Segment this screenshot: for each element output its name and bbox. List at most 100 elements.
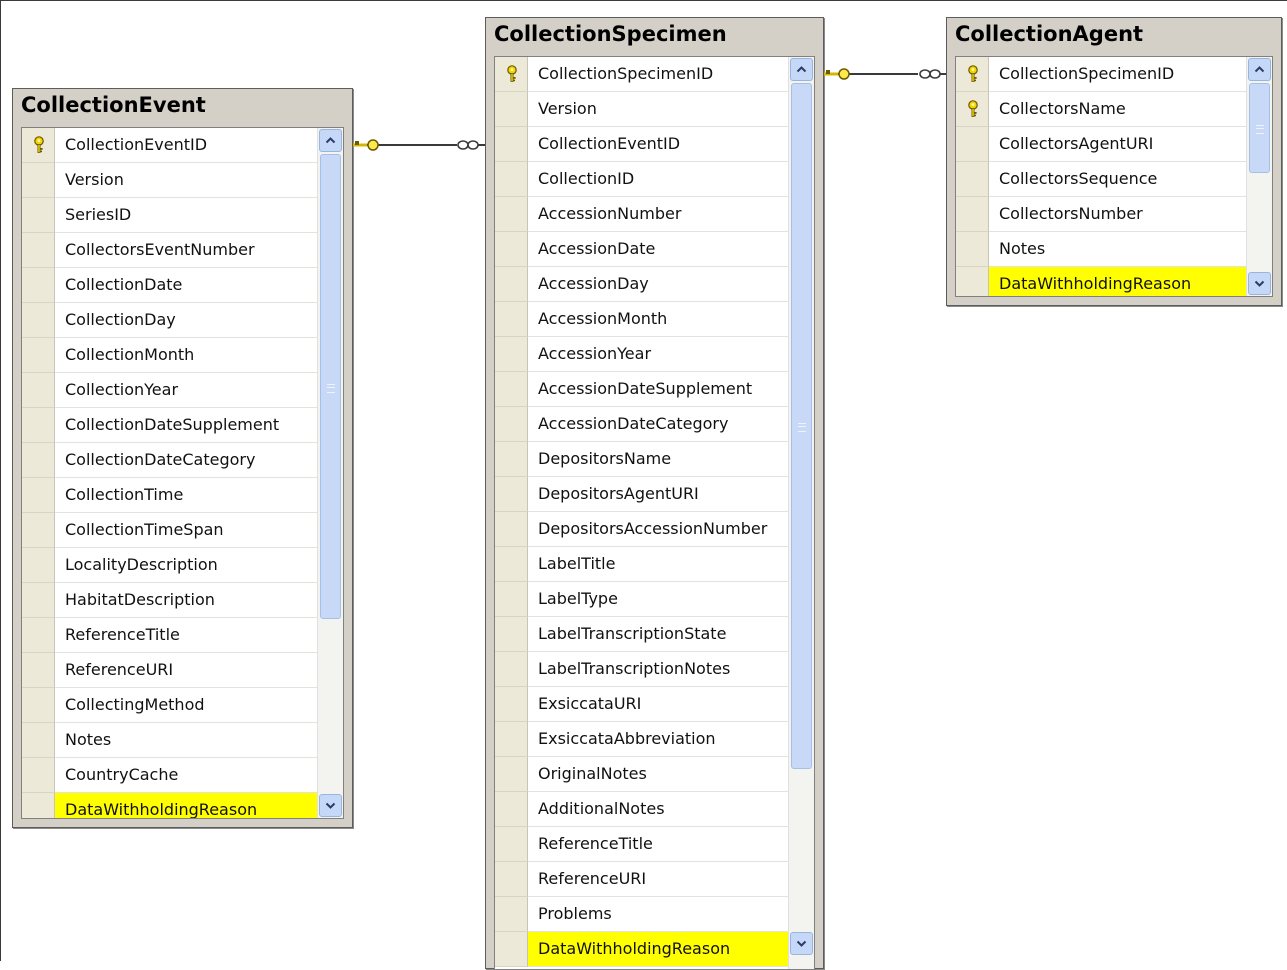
column-row[interactable]: CollectingMethod xyxy=(22,688,317,723)
vertical-scrollbar[interactable] xyxy=(788,57,814,969)
column-row[interactable]: Notes xyxy=(22,723,317,758)
column-row[interactable]: ReferenceURI xyxy=(22,653,317,688)
scroll-thumb[interactable] xyxy=(791,83,812,769)
column-row[interactable]: CollectorsEventNumber xyxy=(22,233,317,268)
row-selector[interactable] xyxy=(22,128,55,163)
scroll-thumb[interactable] xyxy=(1249,83,1270,173)
column-row[interactable]: CountryCache xyxy=(22,758,317,793)
column-row[interactable]: AccessionDateCategory xyxy=(495,407,788,442)
row-selector[interactable] xyxy=(495,57,528,92)
column-row[interactable]: ReferenceURI xyxy=(495,862,788,897)
column-row[interactable]: CollectionEventID xyxy=(22,128,317,163)
column-row[interactable]: CollectionDay xyxy=(22,303,317,338)
column-row[interactable]: CollectionMonth xyxy=(22,338,317,373)
column-row[interactable]: ExsiccataAbbreviation xyxy=(495,722,788,757)
row-selector[interactable] xyxy=(956,127,989,162)
column-row[interactable]: LabelTranscriptionNotes xyxy=(495,652,788,687)
column-row[interactable]: DataWithholdingReason xyxy=(22,793,317,818)
column-row[interactable]: LabelType xyxy=(495,582,788,617)
vertical-scrollbar[interactable] xyxy=(317,128,343,818)
column-row[interactable]: CollectionYear xyxy=(22,373,317,408)
column-row[interactable]: ReferenceTitle xyxy=(495,827,788,862)
relationship-event-specimen[interactable] xyxy=(353,139,485,151)
row-selector[interactable] xyxy=(495,337,528,372)
column-row[interactable]: CollectorsName xyxy=(956,92,1246,127)
row-selector[interactable] xyxy=(495,127,528,162)
row-selector[interactable] xyxy=(22,338,55,373)
row-selector[interactable] xyxy=(495,582,528,617)
row-selector[interactable] xyxy=(495,687,528,722)
row-selector[interactable] xyxy=(495,407,528,442)
row-selector[interactable] xyxy=(22,513,55,548)
scroll-down-button[interactable] xyxy=(790,932,813,955)
row-selector[interactable] xyxy=(22,758,55,793)
column-row[interactable]: DataWithholdingReason xyxy=(956,267,1246,296)
column-row[interactable]: LabelTitle xyxy=(495,547,788,582)
column-row[interactable]: SeriesID xyxy=(22,198,317,233)
row-selector[interactable] xyxy=(22,198,55,233)
row-selector[interactable] xyxy=(495,722,528,757)
row-selector[interactable] xyxy=(495,92,528,127)
column-row[interactable]: OriginalNotes xyxy=(495,757,788,792)
row-selector[interactable] xyxy=(956,232,989,267)
row-selector[interactable] xyxy=(22,583,55,618)
column-row[interactable]: CollectorsNumber xyxy=(956,197,1246,232)
column-row[interactable]: CollectionDate xyxy=(22,268,317,303)
row-selector[interactable] xyxy=(495,827,528,862)
row-selector[interactable] xyxy=(956,197,989,232)
row-selector[interactable] xyxy=(22,303,55,338)
column-row[interactable]: Problems xyxy=(495,897,788,932)
row-selector[interactable] xyxy=(22,618,55,653)
row-selector[interactable] xyxy=(495,652,528,687)
row-selector[interactable] xyxy=(495,512,528,547)
row-selector[interactable] xyxy=(22,268,55,303)
row-selector[interactable] xyxy=(22,408,55,443)
column-row[interactable]: AccessionMonth xyxy=(495,302,788,337)
row-selector[interactable] xyxy=(495,932,528,967)
row-selector[interactable] xyxy=(956,57,989,92)
column-row[interactable]: LabelTranscriptionState xyxy=(495,617,788,652)
column-row[interactable]: Version xyxy=(22,163,317,198)
row-selector[interactable] xyxy=(495,757,528,792)
column-row[interactable]: CollectionTimeSpan xyxy=(22,513,317,548)
column-row[interactable]: AccessionYear xyxy=(495,337,788,372)
column-row[interactable]: DataWithholdingReason xyxy=(495,932,788,967)
row-selector[interactable] xyxy=(495,897,528,932)
column-row[interactable]: CollectionSpecimenID xyxy=(495,57,788,92)
row-selector[interactable] xyxy=(22,478,55,513)
column-row[interactable]: LocalityDescription xyxy=(22,548,317,583)
relationship-specimen-agent[interactable] xyxy=(824,68,946,80)
scroll-up-button[interactable] xyxy=(790,58,813,81)
row-selector[interactable] xyxy=(22,688,55,723)
row-selector[interactable] xyxy=(495,477,528,512)
column-row[interactable]: AccessionDateSupplement xyxy=(495,372,788,407)
column-row[interactable]: CollectorsAgentURI xyxy=(956,127,1246,162)
column-row[interactable]: CollectionDateCategory xyxy=(22,443,317,478)
column-row[interactable]: ExsiccataURI xyxy=(495,687,788,722)
scroll-down-button[interactable] xyxy=(319,794,342,817)
scroll-up-button[interactable] xyxy=(319,129,342,152)
row-selector[interactable] xyxy=(495,442,528,477)
row-selector[interactable] xyxy=(22,163,55,198)
row-selector[interactable] xyxy=(22,373,55,408)
row-selector[interactable] xyxy=(495,547,528,582)
column-row[interactable]: AccessionNumber xyxy=(495,197,788,232)
column-row[interactable]: Version xyxy=(495,92,788,127)
row-selector[interactable] xyxy=(956,267,989,296)
row-selector[interactable] xyxy=(22,443,55,478)
column-row[interactable]: AccessionDate xyxy=(495,232,788,267)
row-selector[interactable] xyxy=(22,723,55,758)
column-row[interactable]: Notes xyxy=(956,232,1246,267)
column-row[interactable]: DepositorsName xyxy=(495,442,788,477)
scroll-thumb[interactable] xyxy=(320,154,341,619)
row-selector[interactable] xyxy=(495,372,528,407)
vertical-scrollbar[interactable] xyxy=(1246,57,1272,296)
row-selector[interactable] xyxy=(956,162,989,197)
row-selector[interactable] xyxy=(495,862,528,897)
scroll-down-button[interactable] xyxy=(1248,272,1271,295)
row-selector[interactable] xyxy=(22,793,55,818)
row-selector[interactable] xyxy=(22,653,55,688)
column-row[interactable]: ReferenceTitle xyxy=(22,618,317,653)
column-row[interactable]: AccessionDay xyxy=(495,267,788,302)
row-selector[interactable] xyxy=(22,233,55,268)
